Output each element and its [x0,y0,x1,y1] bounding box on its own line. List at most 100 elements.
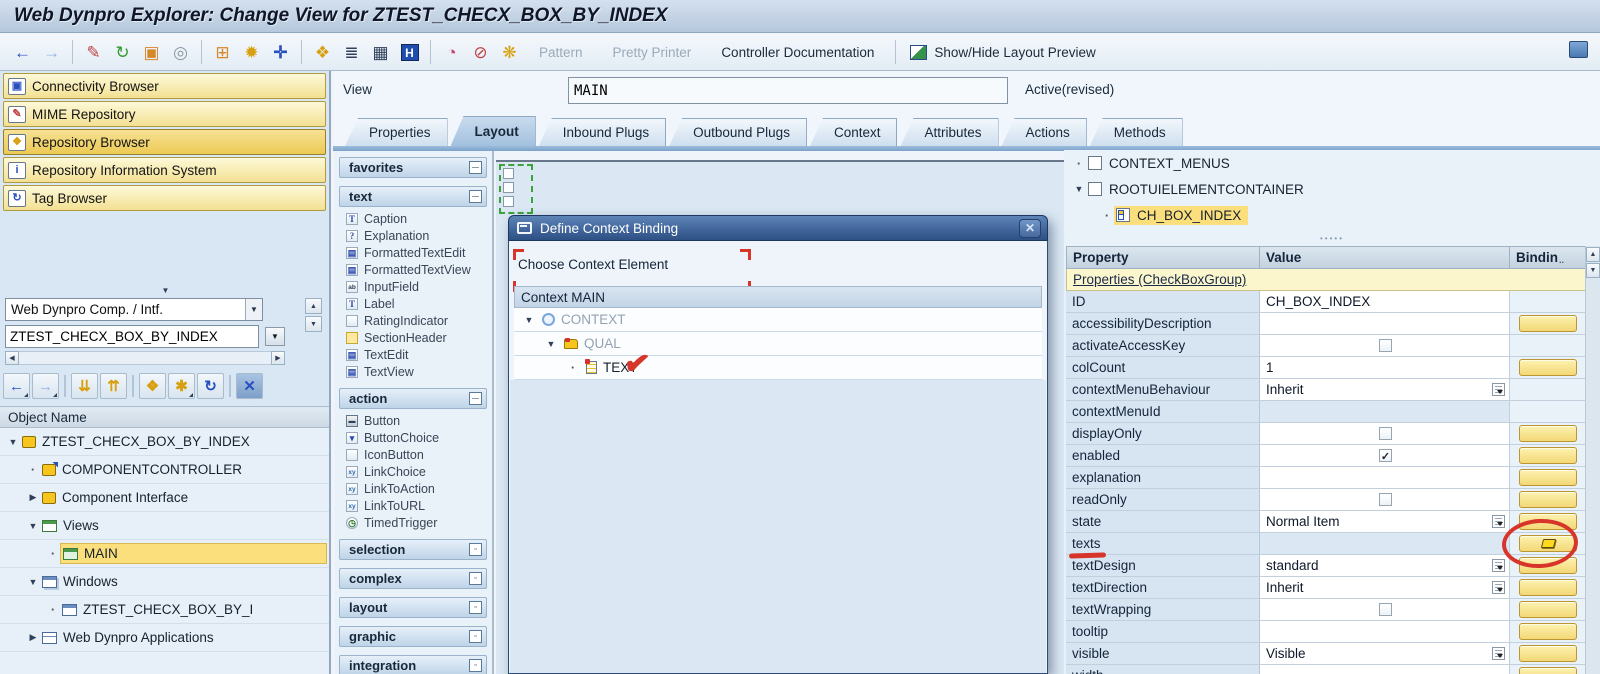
vertical-scrollbar[interactable]: ▲ ▼ [305,298,322,334]
column-header-binding[interactable]: Bindin.. [1510,246,1586,269]
back-button[interactable]: ← [3,373,30,399]
sidebar-nav-connectivity-browser[interactable]: ▣ Connectivity Browser [3,73,326,99]
sidebar-nav-tag-browser[interactable]: ↻ Tag Browser [3,185,326,211]
navigate-button[interactable]: ✛ [266,38,295,66]
panel-splitter-handle[interactable]: ••••• [1064,234,1600,244]
hierarchy-button[interactable]: ❖ [139,373,166,399]
binding-button[interactable] [1519,359,1577,376]
binding-button[interactable] [1519,469,1577,486]
info-button[interactable]: H [395,38,424,66]
property-value[interactable] [1260,621,1510,642]
tab-context[interactable]: Context [809,118,898,146]
expand-icon[interactable]: ▫ [469,659,482,672]
column-header-value[interactable]: Value [1260,246,1510,269]
property-value[interactable]: Inherit [1260,379,1510,400]
binding-button[interactable] [1519,491,1577,508]
palette-item-linkchoice[interactable]: xy LinkChoice [339,463,487,480]
binding-button[interactable] [1519,579,1577,596]
transport-button[interactable]: ⊞ [208,38,237,66]
dropdown-list-icon[interactable] [1492,515,1505,528]
expander-open-icon[interactable]: ▼ [26,577,40,587]
expander-open-icon[interactable]: ▼ [522,315,536,325]
context-node-qual[interactable]: ▼ QUAL [514,332,1042,356]
binding-button[interactable] [1519,315,1577,332]
tab-inbound-plugs[interactable]: Inbound Plugs [538,118,667,146]
controller-documentation-button[interactable]: Controller Documentation [721,45,874,60]
scroll-up-icon[interactable]: ▲ [1586,247,1600,262]
ui-tree-item-rootuielementcontainer[interactable]: ▼ ROOTUIELEMENTCONTAINER [1064,176,1600,202]
refresh-button[interactable]: ↻ [197,373,224,399]
palette-section-header-favorites[interactable]: favorites — [339,157,487,178]
dialog-close-button[interactable]: ✕ [1019,218,1041,238]
scroll-down-icon[interactable]: ▼ [1586,263,1600,278]
palette-section-header-selection[interactable]: selection ▫ [339,539,487,560]
binding-button[interactable] [1519,623,1577,640]
palette-section-header-complex[interactable]: complex ▫ [339,568,487,589]
activateAccessKey-checkbox[interactable] [1379,339,1392,352]
dropdown-list-icon[interactable] [1492,383,1505,396]
expand-icon[interactable]: ▫ [469,543,482,556]
expander-open-icon[interactable]: ▼ [26,521,40,531]
tree-item-component-interface[interactable]: ▶ Component Interface [0,484,329,512]
context-node-context[interactable]: ▼ CONTEXT [514,308,1042,332]
expand-icon[interactable]: ▫ [469,630,482,643]
property-group-link[interactable]: Properties (CheckBoxGroup) [1073,272,1246,287]
property-value[interactable] [1260,423,1510,444]
favorites-button[interactable]: ✱ [168,373,195,399]
property-value[interactable] [1260,335,1510,356]
panel-sash-icon[interactable]: ▼ [0,286,331,295]
chevron-down-icon[interactable]: ▼ [245,299,262,320]
palette-item-textedit[interactable]: ▤ TextEdit [339,346,487,363]
expand-icon[interactable]: ▫ [469,572,482,585]
palette-item-linktourl[interactable]: xy LinkToURL [339,497,487,514]
property-value[interactable]: standard [1260,555,1510,576]
binding-button[interactable] [1519,447,1577,464]
property-value[interactable]: Normal Item [1260,511,1510,532]
pie-chart-button[interactable]: ◔ [437,38,466,66]
dropdown-list-icon[interactable] [1492,647,1505,660]
palette-section-header-text[interactable]: text — [339,186,487,207]
palette-section-header-layout[interactable]: layout ▫ [339,597,487,618]
expander-closed-icon[interactable]: ▶ [26,492,40,503]
preview-checkbox[interactable] [503,196,514,207]
activate-button[interactable]: ✹ [237,38,266,66]
pretty-printer-button[interactable]: Pretty Printer [613,45,692,60]
tree-item-web-dynpro-applications[interactable]: ▶ Web Dynpro Applications [0,624,329,652]
scroll-right-icon[interactable]: ▶ [271,351,285,365]
dropdown-list-icon[interactable] [1492,581,1505,594]
tab-attributes[interactable]: Attributes [900,118,999,146]
wand-button[interactable]: ❋ [495,38,524,66]
tree-item-views[interactable]: ▼ Views [0,512,329,540]
property-value[interactable]: Inherit [1260,577,1510,598]
expander-closed-icon[interactable]: ▶ [26,632,40,643]
tree-item-componentcontroller[interactable]: · COMPONENTCONTROLLER [0,456,329,484]
table-view-button[interactable]: ▦ [366,38,395,66]
palette-item-buttonchoice[interactable]: ▾ ButtonChoice [339,429,487,446]
column-header-property[interactable]: Property [1066,246,1260,269]
collapse-all-button[interactable]: ⇈ [100,373,127,399]
horizontal-scrollbar[interactable]: ◀ ▶ [5,351,285,365]
tree-item-ztest-checx-box-by-index[interactable]: ▼ ZTEST_CHECX_BOX_BY_INDEX [0,428,329,456]
tree-item-main[interactable]: · MAIN [0,540,329,568]
readOnly-checkbox[interactable] [1379,493,1392,506]
palette-item-caption[interactable]: T Caption [339,210,487,227]
palette-item-linktoaction[interactable]: xy LinkToAction [339,480,487,497]
palette-item-ratingindicator[interactable]: RatingIndicator [339,312,487,329]
tab-layout[interactable]: Layout [450,116,536,146]
palette-section-header-action[interactable]: action — [339,388,487,409]
palette-item-timedtrigger[interactable]: ◷ TimedTrigger [339,514,487,531]
palette-section-header-integration[interactable]: integration ▫ [339,655,487,674]
palette-item-label[interactable]: T Label [339,295,487,312]
palette-item-iconbutton[interactable]: IconButton [339,446,487,463]
tab-outbound-plugs[interactable]: Outbound Plugs [669,118,807,146]
tab-actions[interactable]: Actions [1001,118,1087,146]
expander-open-icon[interactable]: ▼ [6,437,20,447]
ui-tree-item-context-menus[interactable]: · CONTEXT_MENUS [1064,150,1600,176]
property-value[interactable]: ✓ [1260,445,1510,466]
scroll-left-icon[interactable]: ◀ [5,351,19,365]
view-name-input[interactable] [568,77,1008,104]
tab-methods[interactable]: Methods [1089,118,1183,146]
copy-button[interactable]: ▣ [137,38,166,66]
object-name-input[interactable] [5,325,259,348]
expander-open-icon[interactable]: ▼ [1072,184,1086,194]
